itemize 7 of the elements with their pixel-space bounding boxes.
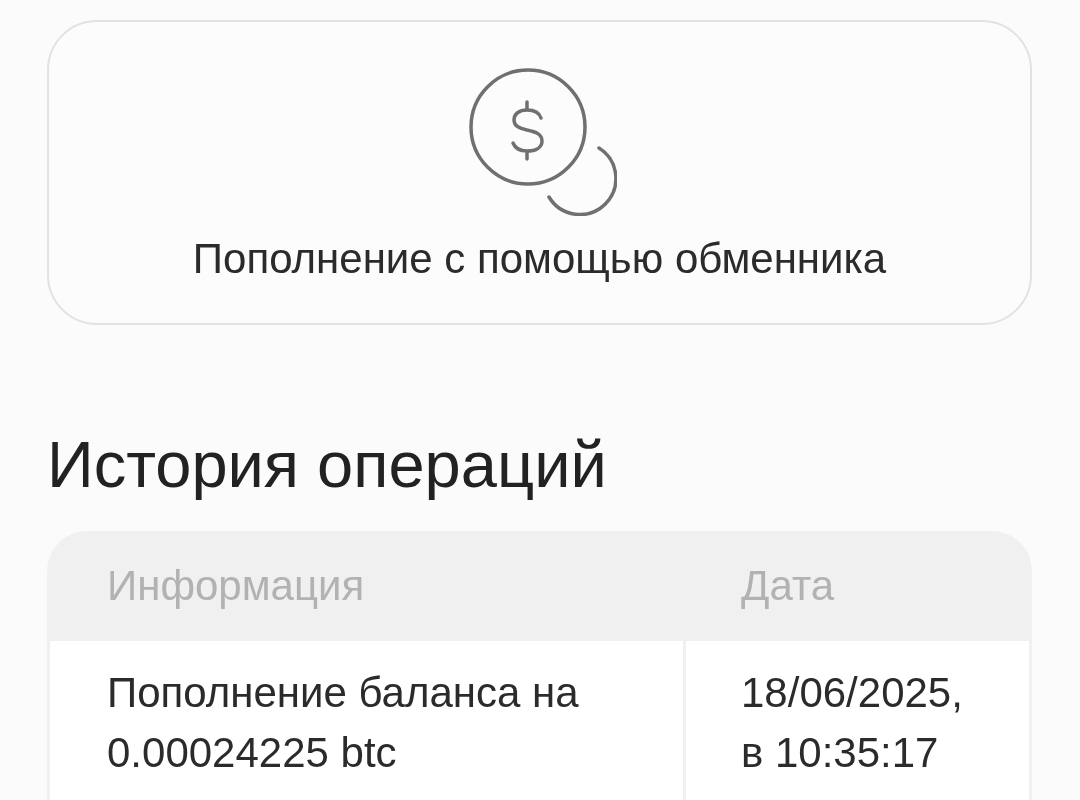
column-header: Информация <box>106 561 366 611</box>
section-title: История операций <box>47 427 608 503</box>
exchange-topup-button[interactable]: Пополнение с помощью обменника <box>47 20 1032 325</box>
table-cell-text: 18/06/2025, в 10:35:17 <box>740 668 964 778</box>
column-header: Дата <box>740 561 835 611</box>
coin-dollar-icon <box>468 68 617 216</box>
table-cell: Пополнение баланса на 0.00024225 btc <box>50 641 686 800</box>
